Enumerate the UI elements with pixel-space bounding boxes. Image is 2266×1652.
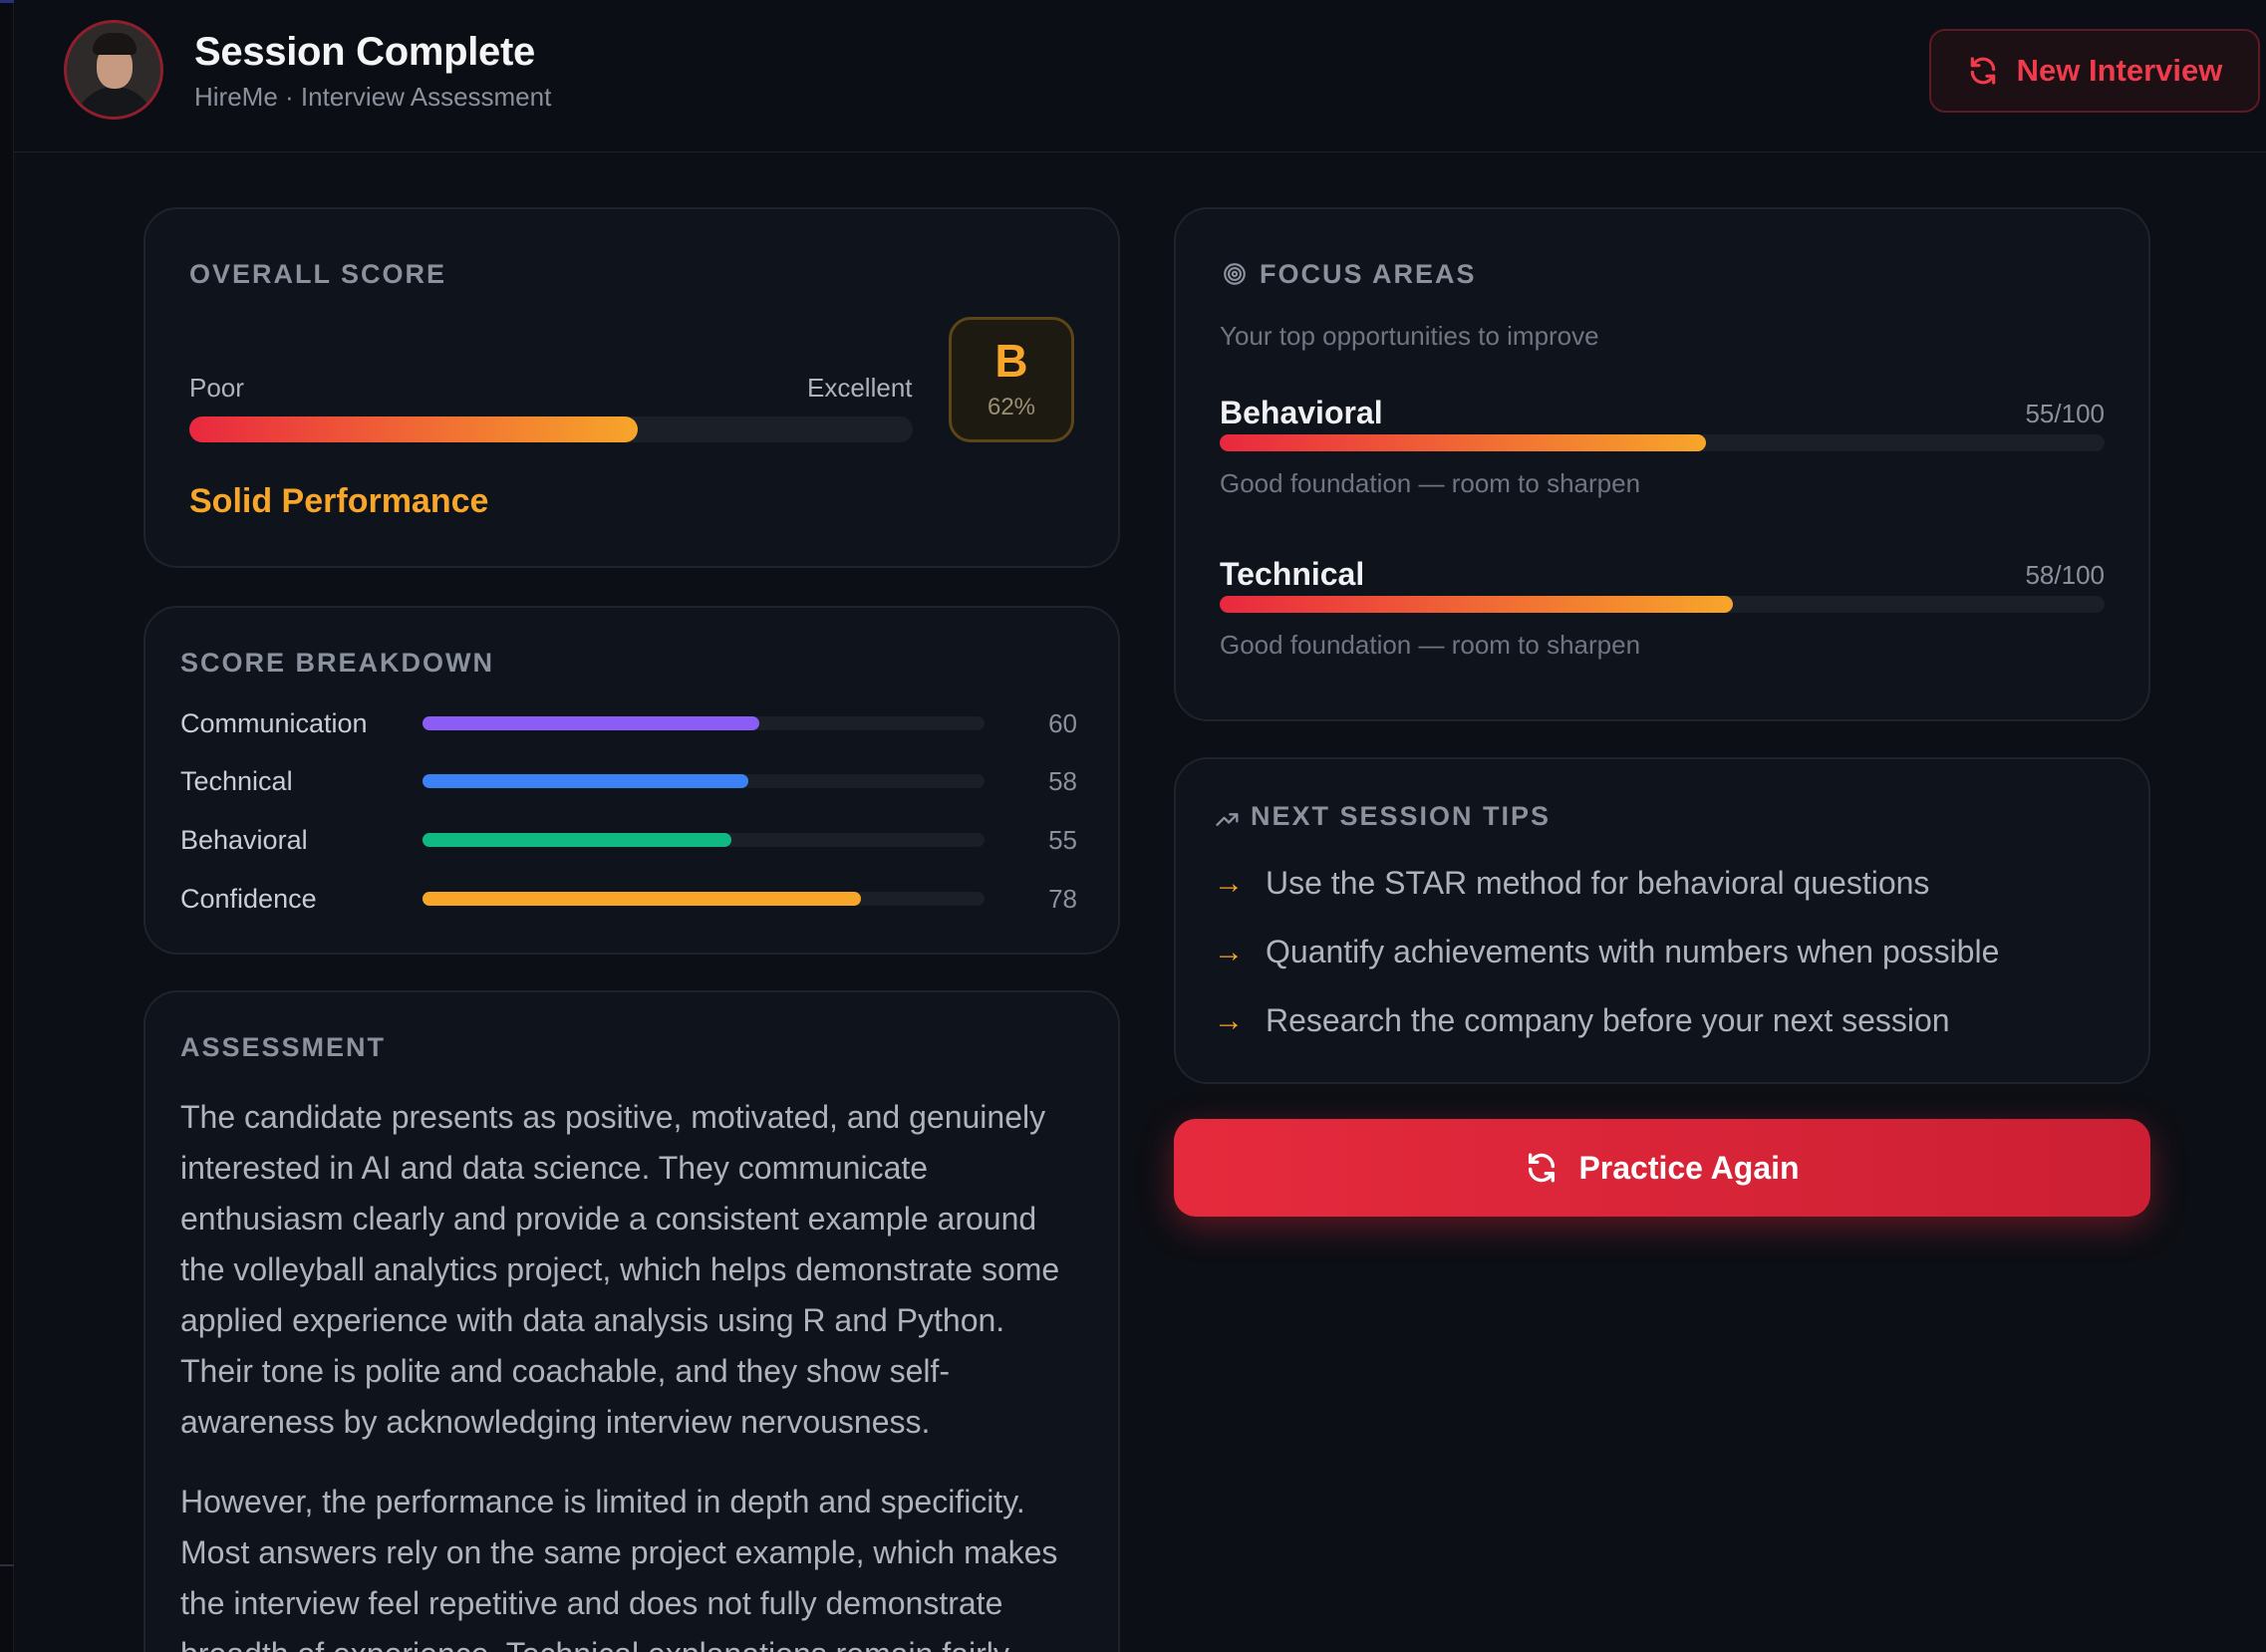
score-row-name: Communication: [180, 708, 368, 738]
new-interview-button[interactable]: New Interview: [1929, 29, 2260, 113]
page-subtitle: HireMe · Interview Assessment: [194, 82, 552, 112]
score-row: Confidence 78: [180, 880, 1077, 920]
score-row: Behavioral 55: [180, 821, 1077, 861]
arrow-right-icon: →: [1214, 866, 1244, 900]
focus-area-note: Good foundation — room to sharpen: [1220, 630, 1641, 660]
assessment-paragraph: The candidate presents as positive, moti…: [180, 1099, 1060, 1440]
grade-letter: B: [994, 335, 1028, 387]
scale-excellent-label: Excellent: [807, 373, 913, 403]
focus-areas-label: FOCUS AREAS: [1260, 259, 1477, 289]
focus-areas-subtitle: Your top opportunities to improve: [1220, 321, 1599, 351]
grade-badge: B 62%: [949, 317, 1074, 442]
score-row-name: Technical: [180, 766, 293, 796]
focus-area-score: 58/100: [2025, 560, 2105, 590]
focus-area-bar: [1220, 596, 2105, 613]
focus-area-fill: [1220, 596, 1734, 613]
target-icon: [1224, 263, 1246, 285]
grade-percent: 62%: [987, 394, 1036, 420]
scale-poor-label: Poor: [189, 373, 244, 403]
refresh-icon: [1970, 57, 1995, 85]
focus-area-bar: [1220, 434, 2105, 451]
window-edge-mark: [0, 1564, 14, 1566]
focus-area-name: Technical: [1220, 556, 1365, 592]
score-row-fill: [423, 774, 749, 788]
avatar: [64, 20, 163, 120]
score-row-bar: [423, 833, 985, 847]
arrow-right-icon: →: [1214, 935, 1244, 968]
new-interview-label: New Interview: [2016, 53, 2223, 88]
tip-text: Quantify achievements with numbers when …: [1266, 934, 2000, 969]
refresh-icon: [1529, 1153, 1556, 1183]
score-row-value: 58: [1048, 766, 1077, 796]
score-row-name: Confidence: [180, 884, 317, 914]
score-row-value: 78: [1048, 884, 1077, 914]
score-row-fill: [423, 892, 861, 906]
score-row-fill: [423, 716, 760, 730]
score-row-bar: [423, 774, 985, 788]
window-edge: [0, 0, 14, 1652]
score-breakdown-label: SCORE BREAKDOWN: [180, 648, 495, 678]
assessment-paragraph: However, the performance is limited in d…: [180, 1484, 1058, 1652]
assessment-label: ASSESSMENT: [180, 1032, 387, 1062]
score-row-bar: [423, 892, 985, 906]
score-row-fill: [423, 833, 732, 847]
overall-score-bar: [189, 416, 913, 442]
performance-verdict: Solid Performance: [189, 482, 489, 520]
practice-again-label: Practice Again: [1578, 1149, 1800, 1186]
score-row-bar: [423, 716, 985, 730]
tip-item: → Quantify achievements with numbers when…: [1214, 934, 1999, 970]
score-row: Technical 58: [180, 762, 1077, 802]
overall-score-fill: [189, 416, 639, 442]
score-row-name: Behavioral: [180, 825, 308, 855]
next-session-tips-label: NEXT SESSION TIPS: [1251, 801, 1552, 831]
score-row-value: 55: [1048, 825, 1077, 855]
focus-area-note: Good foundation — room to sharpen: [1220, 468, 1641, 498]
trending-up-icon: [1216, 813, 1239, 826]
score-row-value: 60: [1048, 708, 1077, 738]
focus-area-score: 55/100: [2025, 399, 2105, 428]
tip-item: → Use the STAR method for behavioral ques…: [1214, 865, 1929, 902]
tip-text: Research the company before your next se…: [1266, 1002, 1950, 1038]
next-session-tips-card: NEXT SESSION TIPS → Use the STAR method f…: [1174, 757, 2150, 1084]
focus-areas-card: FOCUS AREAS Your top opportunities to im…: [1174, 207, 2150, 721]
arrow-right-icon: →: [1214, 1003, 1244, 1037]
practice-again-button[interactable]: Practice Again: [1174, 1119, 2150, 1217]
tip-item: → Research the company before your next s…: [1214, 1002, 1950, 1039]
score-breakdown-card: SCORE BREAKDOWN Communication 60 Technical…: [143, 606, 1120, 955]
page-title: Session Complete: [194, 30, 535, 74]
header-bar: Session Complete HireMe · Interview Asse…: [14, 0, 2266, 152]
tip-text: Use the STAR method for behavioral quest…: [1266, 865, 1930, 901]
window-edge-mark: [0, 0, 14, 3]
focus-area-fill: [1220, 434, 1707, 451]
overall-score-label: OVERALL SCORE: [189, 259, 447, 289]
overall-score-card: OVERALL SCORE Poor Excellent Solid Perfo…: [143, 207, 1120, 568]
focus-area-name: Behavioral: [1220, 395, 1383, 430]
assessment-card: ASSESSMENT The candidate presents as pos…: [143, 990, 1120, 1652]
score-row: Communication 60: [180, 704, 1077, 744]
